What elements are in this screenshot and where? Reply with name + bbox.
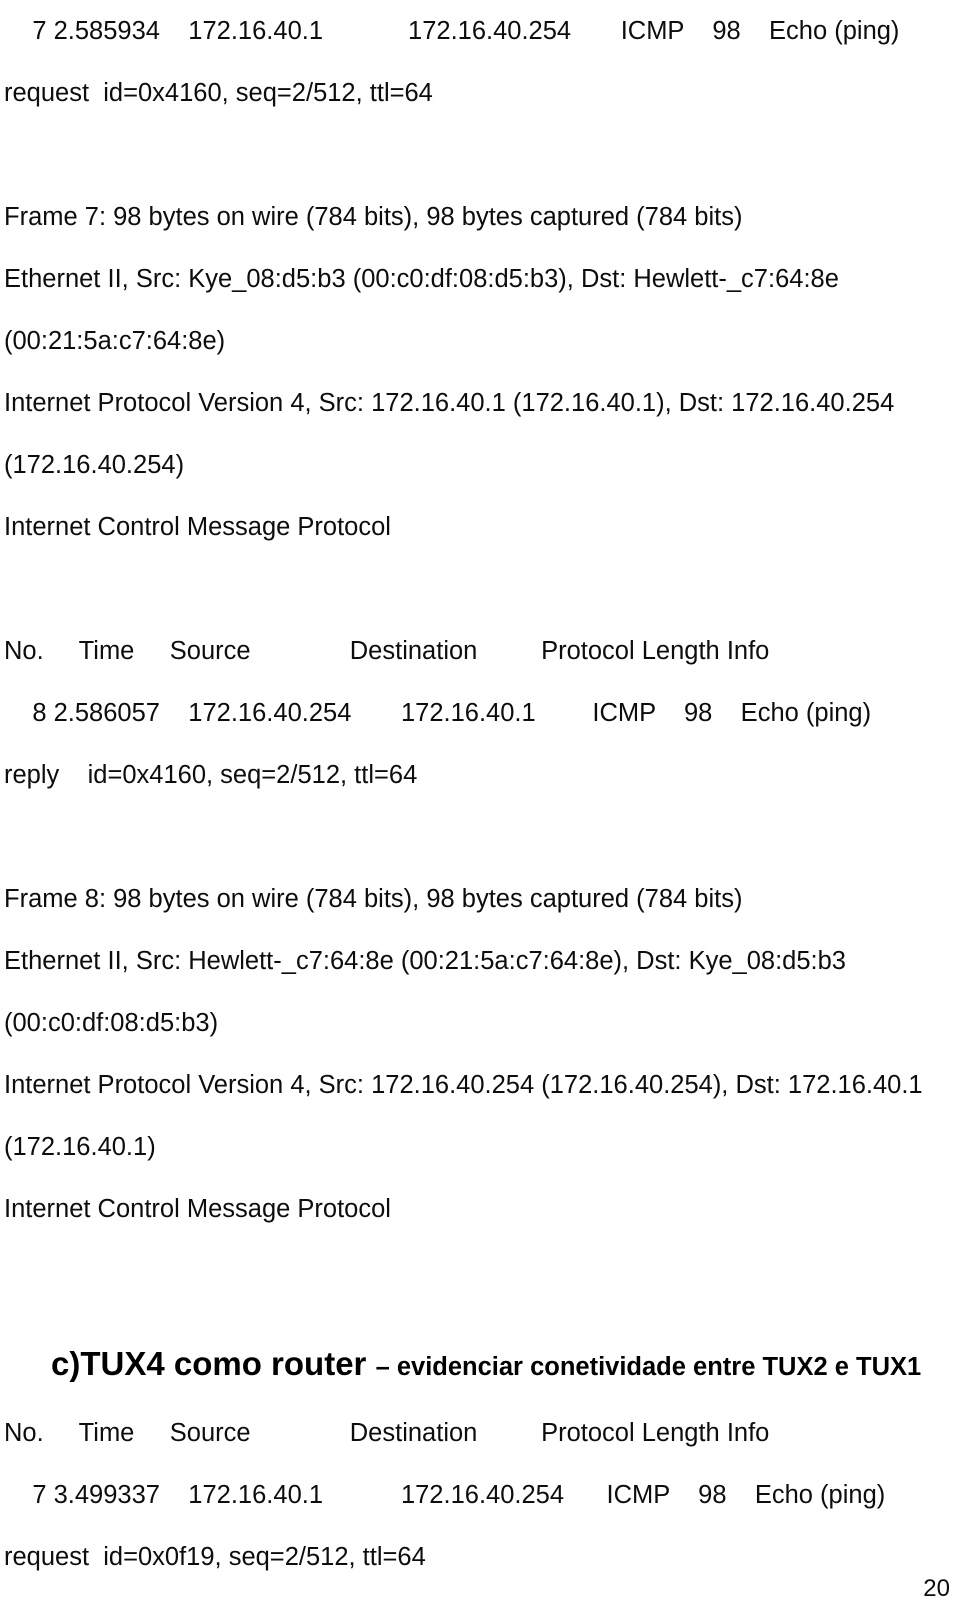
packet-row-c-7-line1: 7 3.499337 172.16.40.1 172.16.40.254 ICM… [4, 1481, 886, 1509]
frame7-ip-line-1: Internet Protocol Version 4, Src: 172.16… [4, 389, 895, 417]
frame8-ip-line-2: (172.16.40.1) [4, 1133, 156, 1161]
frame8-summary-line: Frame 8: 98 bytes on wire (784 bits), 98… [4, 885, 743, 913]
packet-row-7-line2: request id=0x4160, seq=2/512, ttl=64 [4, 79, 433, 107]
frame7-summary-line: Frame 7: 98 bytes on wire (784 bits), 98… [4, 203, 743, 231]
section-c-heading-sub: – evidenciar conetividade entre TUX2 e T… [375, 1353, 922, 1381]
frame8-ethernet-line-2: (00:c0:df:08:d5:b3) [4, 1009, 219, 1037]
section-c-heading: c)TUX4 como router – evidenciar conetivi… [51, 1333, 956, 1402]
section-c-heading-main: c)TUX4 como router [51, 1345, 376, 1382]
packet-list-column-headers-1: No. Time Source Destination Protocol Len… [4, 637, 770, 665]
frame7-icmp-line: Internet Control Message Protocol [4, 513, 391, 541]
frame8-icmp-line: Internet Control Message Protocol [4, 1195, 391, 1223]
frame8-ethernet-line-1: Ethernet II, Src: Hewlett-_c7:64:8e (00:… [4, 947, 846, 975]
frame7-ip-line-2: (172.16.40.254) [4, 451, 185, 479]
frame7-ethernet-line-1: Ethernet II, Src: Kye_08:d5:b3 (00:c0:df… [4, 265, 839, 293]
frame8-ip-line-1: Internet Protocol Version 4, Src: 172.16… [4, 1071, 923, 1099]
document-page: 7 2.585934 172.16.40.1 172.16.40.254 ICM… [0, 0, 960, 1617]
packet-row-7-line1: 7 2.585934 172.16.40.1 172.16.40.254 ICM… [4, 17, 900, 45]
page-number: 20 [923, 1575, 950, 1602]
frame7-ethernet-line-2: (00:21:5a:c7:64:8e) [4, 327, 226, 355]
packet-row-8-line2: reply id=0x4160, seq=2/512, ttl=64 [4, 761, 418, 789]
packet-row-c-7-line2: request id=0x0f19, seq=2/512, ttl=64 [4, 1543, 426, 1571]
packet-row-8-line1: 8 2.586057 172.16.40.254 172.16.40.1 ICM… [4, 699, 872, 727]
packet-list-column-headers-2: No. Time Source Destination Protocol Len… [4, 1419, 770, 1447]
